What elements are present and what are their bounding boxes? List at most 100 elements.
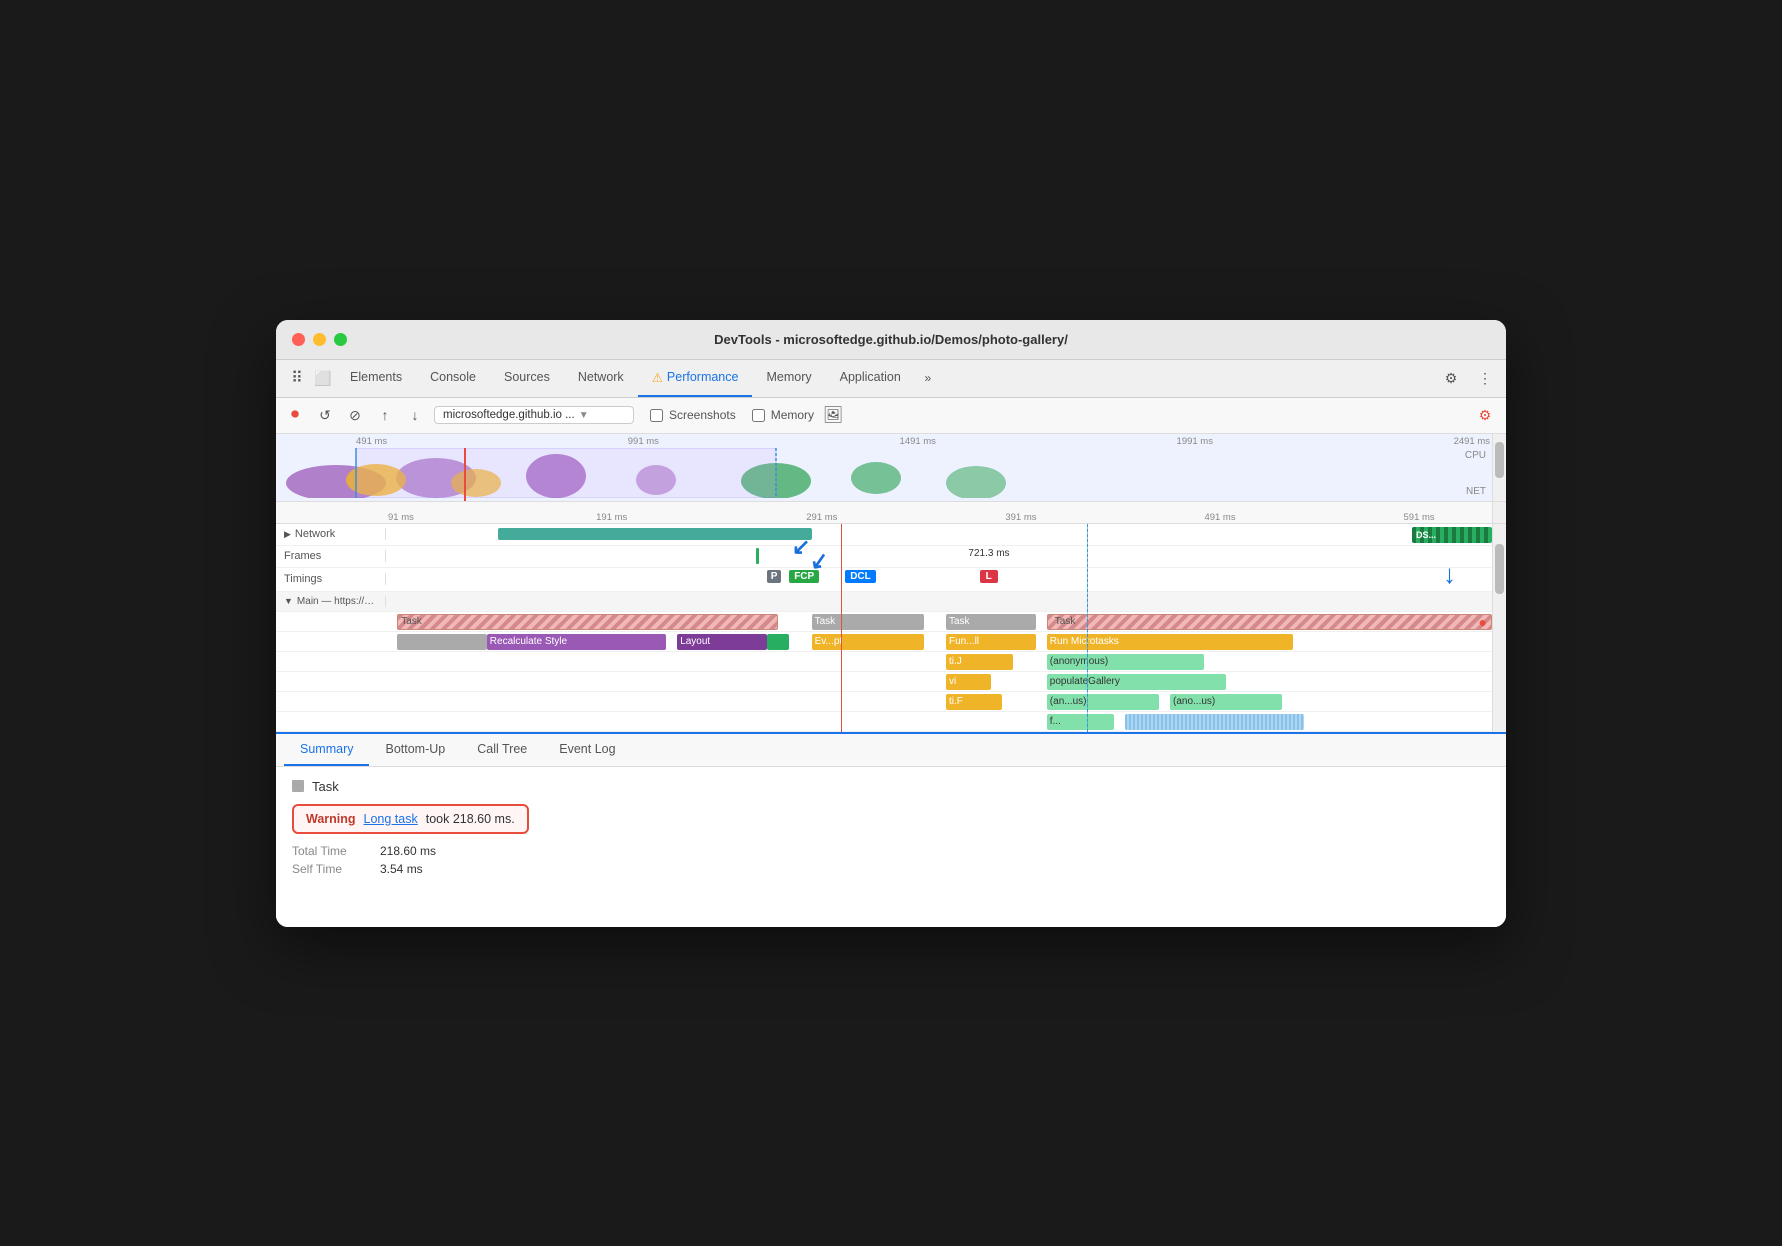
download-button[interactable]: ↓	[404, 404, 426, 426]
screenshots-label: Screenshots	[669, 408, 736, 422]
performance-area: 491 ms 991 ms 1491 ms 1991 ms 2491 ms	[276, 434, 1506, 927]
network-label: ▶ Network	[276, 528, 386, 540]
settings-icon[interactable]: ⚙	[1438, 365, 1464, 391]
screenshot-capture-icon[interactable]: 🖼	[822, 404, 844, 426]
tab-call-tree[interactable]: Call Tree	[461, 734, 543, 766]
ti-f-bar[interactable]: ti.F	[946, 694, 1002, 710]
ano-us-bar[interactable]: (ano...us)	[1170, 694, 1282, 710]
devtools-device-icon[interactable]: ⬜	[310, 365, 336, 391]
main-thread-label: ▼ Main — https://micro...	[276, 596, 386, 607]
task-color-indicator	[292, 780, 304, 792]
screenshots-checkbox[interactable]	[650, 409, 663, 422]
reload-button[interactable]: ↺	[314, 404, 336, 426]
f-bar[interactable]: f...	[1047, 714, 1114, 730]
total-time-label: Total Time	[292, 844, 372, 858]
network-row-content: DS...	[386, 524, 1506, 545]
sub-task-row-3-content: vi populateGallery	[386, 672, 1506, 691]
total-time-value: 218.60 ms	[380, 844, 436, 858]
timeline-scrollbar[interactable]	[1492, 524, 1506, 732]
tab-elements[interactable]: Elements	[336, 360, 416, 397]
overview-tick-991: 991 ms	[628, 436, 659, 447]
warning-icon: ⚠	[652, 370, 663, 385]
long-task-indicator: ●	[1479, 615, 1487, 629]
clear-button[interactable]: ⊘	[344, 404, 366, 426]
tab-console[interactable]: Console	[416, 360, 490, 397]
run-microtasks-bar[interactable]: Run Microtasks	[1047, 634, 1293, 650]
sub-task-row-5-content: f...	[386, 712, 1506, 731]
frame-marker	[756, 548, 759, 564]
summary-section: Task Warning Long task took 218.60 ms. T…	[276, 767, 1506, 927]
timeline-scrollbar-thumb[interactable]	[1495, 544, 1504, 594]
window-title: DevTools - microsoftedge.github.io/Demos…	[714, 332, 1068, 347]
maximize-button[interactable]	[334, 333, 347, 346]
overview-tick-491: 491 ms	[356, 436, 387, 447]
timings-row: Timings P FCP DCL L	[276, 568, 1506, 592]
task-bar-4-long[interactable]: Task ●	[1047, 614, 1492, 630]
frame-time: 721.3 ms	[968, 548, 1009, 559]
frames-label: Frames	[276, 550, 386, 562]
frames-row-content: 721.3 ms	[386, 546, 1506, 567]
ruler-scrollbar	[1492, 502, 1506, 523]
gray-task-bar	[397, 634, 487, 650]
fun-bar[interactable]: Fun...ll	[946, 634, 1036, 650]
red-timeline-line	[841, 524, 842, 732]
performance-toolbar: ⏺ ↺ ⊘ ↑ ↓ microsoftedge.github.io ... ▼ …	[276, 398, 1506, 434]
overview-tick-2491: 2491 ms	[1454, 436, 1490, 447]
total-time-row: Total Time 218.60 ms	[292, 844, 1490, 858]
task-bar-3[interactable]: Task	[946, 614, 1036, 630]
populate-gallery-bar[interactable]: populateGallery	[1047, 674, 1226, 690]
traffic-lights	[292, 333, 347, 346]
more-options-icon[interactable]: ⋮	[1472, 365, 1498, 391]
memory-checkbox[interactable]	[752, 409, 765, 422]
devtools-icons: ⚙ ⋮	[1438, 365, 1498, 391]
tick-91: 91 ms	[388, 512, 414, 523]
minimize-button[interactable]	[313, 333, 326, 346]
layout-bar[interactable]: Layout	[677, 634, 767, 650]
tab-bottom-up[interactable]: Bottom-Up	[369, 734, 461, 766]
url-dropdown-icon[interactable]: ▼	[579, 410, 589, 421]
record-button[interactable]: ⏺	[284, 404, 306, 426]
vi-bar[interactable]: vi	[946, 674, 991, 690]
ti-j-bar[interactable]: ti.J	[946, 654, 1013, 670]
ds-bar: DS...	[1412, 527, 1492, 543]
devtools-inspect-icon[interactable]: ⠿	[284, 365, 310, 391]
warning-label: Warning	[306, 812, 356, 826]
recalc-style-bar[interactable]: Recalculate Style	[487, 634, 666, 650]
tick-391: 391 ms	[1005, 512, 1036, 523]
settings-perf-icon[interactable]: ⚙	[1472, 402, 1498, 428]
close-button[interactable]	[292, 333, 305, 346]
main-thread-url: Main — https://micro...	[297, 596, 382, 607]
overview-scrollbar[interactable]	[1492, 434, 1506, 501]
an-us-bar[interactable]: (an...us)	[1047, 694, 1159, 710]
warning-message: took 218.60 ms.	[426, 812, 515, 826]
sub-task-row-1-content: Recalculate Style Layout Ev...pt Fun...l…	[386, 632, 1506, 651]
task-bar-2[interactable]: Task	[812, 614, 924, 630]
tab-application[interactable]: Application	[826, 360, 915, 397]
task-bar-1[interactable]: Task	[397, 614, 778, 630]
ev-bar[interactable]: Ev...pt	[812, 634, 924, 650]
overview-tick-1991: 1991 ms	[1177, 436, 1213, 447]
tab-performance[interactable]: ⚠ Performance	[638, 360, 753, 397]
long-task-link[interactable]: Long task	[364, 812, 418, 826]
task-item-row: Task	[292, 779, 1490, 794]
upload-button[interactable]: ↑	[374, 404, 396, 426]
timeline-ruler: 91 ms 191 ms 291 ms 391 ms 491 ms 591 ms	[276, 502, 1506, 524]
bottom-tabs-bar: Summary Bottom-Up Call Tree Event Log	[276, 732, 1506, 767]
tab-memory[interactable]: Memory	[752, 360, 825, 397]
self-time-value: 3.54 ms	[380, 862, 423, 876]
cpu-label: CPU	[1465, 450, 1486, 461]
overview-scrollbar-thumb[interactable]	[1495, 442, 1504, 478]
tick-591: 591 ms	[1404, 512, 1435, 523]
frames-row: Frames 721.3 ms	[276, 546, 1506, 568]
tab-sources[interactable]: Sources	[490, 360, 564, 397]
tab-event-log[interactable]: Event Log	[543, 734, 631, 766]
cpu-overview-chart	[276, 448, 1490, 498]
tab-summary[interactable]: Summary	[284, 734, 369, 766]
red-marker-line	[464, 448, 466, 502]
url-bar: microsoftedge.github.io ... ▼	[434, 406, 634, 424]
anonymous-bar[interactable]: (anonymous)	[1047, 654, 1204, 670]
tab-network[interactable]: Network	[564, 360, 638, 397]
tick-291: 291 ms	[806, 512, 837, 523]
green-bar-small	[767, 634, 789, 650]
more-tabs-icon[interactable]: »	[915, 365, 941, 391]
